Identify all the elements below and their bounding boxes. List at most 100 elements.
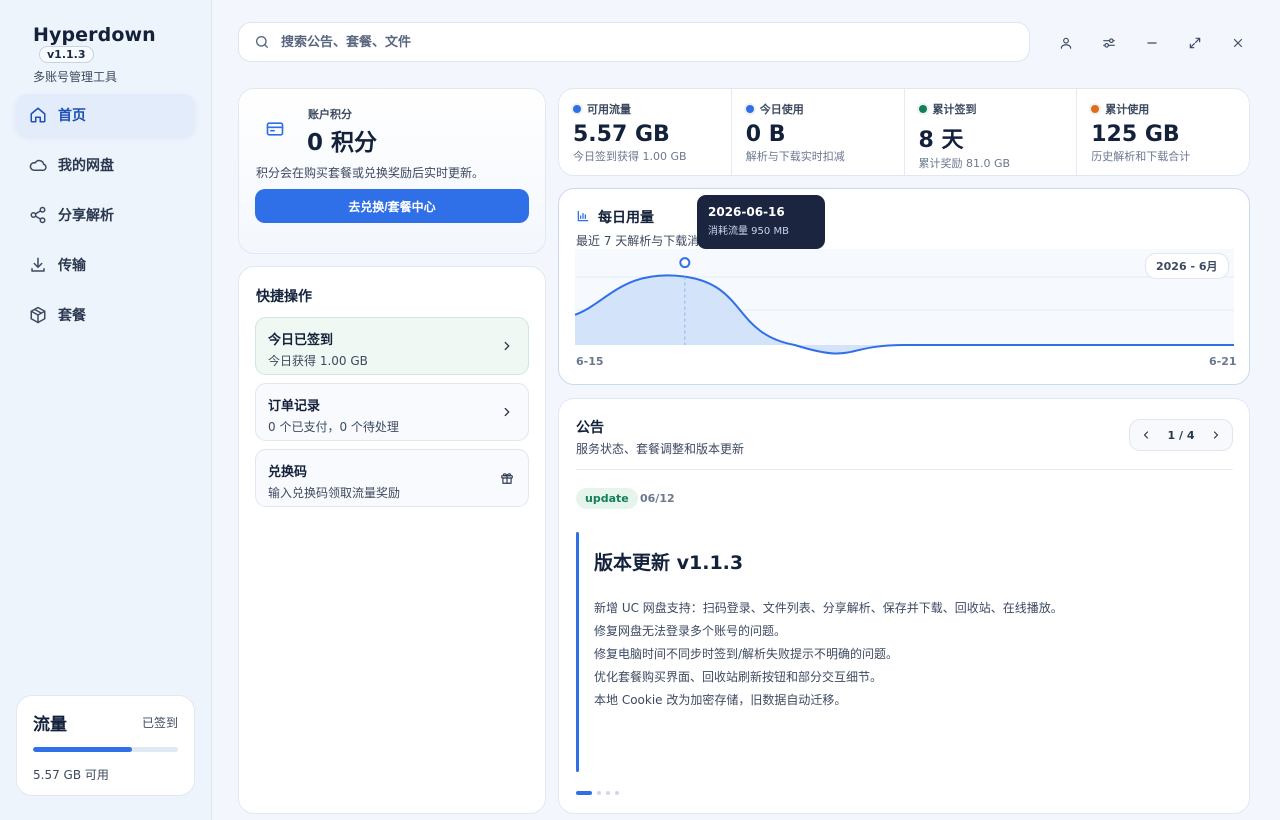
brand: Hyperdownv1.1.3 多账号管理工具 [33,24,211,85]
home-icon [30,107,46,123]
announcement-card: 公告 服务状态、套餐调整和版本更新 1 / 4 update 06/12 版本更… [558,398,1250,814]
minimize-icon [1147,42,1157,44]
chart-title: 每日用量 [598,210,654,226]
sidebar-item-share-parse[interactable]: 分享解析 [16,194,195,236]
tooltip-value: 消耗流量 950 MB [708,226,789,237]
redeem-package-button[interactable]: 去兑换/套餐中心 [255,189,529,223]
search-input[interactable] [281,34,981,50]
sidebar-item-label: 首页 [58,108,86,124]
close-button[interactable] [1224,30,1252,56]
wallet-icon [266,122,284,136]
bar-chart-icon [577,210,589,222]
sidebar-item-transfer[interactable]: 传输 [16,244,195,286]
checkin-status: 已签到 [141,716,178,730]
flow-progress-fill [33,747,132,752]
settings-sliders-icon [1103,38,1115,48]
action-sub: 0 个已支付，0 个待处理 [268,420,399,434]
usage-chart[interactable] [559,189,1249,384]
close-icon [1233,38,1243,48]
window-controls [1052,30,1267,56]
stat-available-flow: 可用流量 5.57 GB 今日签到获得 1.00 GB [559,89,732,175]
announcement-line: 本地 Cookie 改为加密存储，旧数据自动迁移。 [594,693,847,707]
stats-card: 可用流量 5.57 GB 今日签到获得 1.00 GB 今日使用 0 B 解析与… [558,88,1250,176]
version-badge: v1.1.3 [39,46,94,63]
sidebar-item-label: 传输 [58,258,86,274]
flow-available: 5.57 GB 可用 [33,768,109,782]
carousel-dots [576,791,624,795]
flow-card: 流量 已签到 5.57 GB 可用 [16,695,195,796]
minimize-button[interactable] [1138,30,1166,56]
redeem-code-action[interactable]: 兑换码 输入兑换码领取流量奖励 [255,449,529,507]
page-indicator: 1 / 4 [1167,428,1195,442]
package-icon [30,306,46,324]
cloud-icon [29,159,47,172]
points-desc: 积分会在购买套餐或兑换奖励后实时更新。 [256,166,485,180]
stat-total-usage: 累计使用 125 GB 历史解析和下载合计 [1077,89,1249,175]
stat-today-usage: 今日使用 0 B 解析与下载实时扣减 [732,89,905,175]
stat-sub: 历史解析和下载合计 [1091,150,1191,163]
points-value: 0 积分 [307,130,378,156]
sidebar-item-package[interactable]: 套餐 [16,294,195,336]
maximize-button[interactable] [1181,30,1209,56]
sidebar: Hyperdownv1.1.3 多账号管理工具 首页 我的网盘 分享解析 传输 … [0,0,212,820]
share-icon [30,206,46,224]
app-subtitle: 多账号管理工具 [33,70,118,84]
hover-point [679,257,691,269]
points-card: 账户积分 0 积分 积分会在购买套餐或兑换奖励后实时更新。 去兑换/套餐中心 [238,88,546,254]
action-sub: 今日获得 1.00 GB [268,354,368,368]
x-tick-label-start: 6-15 [576,355,604,368]
tooltip-date: 2026-06-16 [708,205,785,219]
stat-sub: 今日签到获得 1.00 GB [573,150,687,163]
search-bar [238,22,1030,62]
carousel-dot[interactable] [606,791,610,795]
chevron-right-icon [504,407,510,417]
points-label: 账户积分 [308,108,352,121]
action-title: 兑换码 [268,465,308,480]
stat-total-checkin: 累计签到 8 天 累计奖励 81.0 GB [905,89,1078,175]
search-icon [255,36,268,48]
x-tick-label-end: 6-21 [1209,355,1237,368]
sidebar-item-home[interactable]: 首页 [16,94,195,136]
sidebar-nav: 首页 我的网盘 分享解析 传输 套餐 [16,94,195,344]
quick-actions-card: 快捷操作 今日已签到 今日获得 1.00 GB 订单记录 0 个已支付，0 个待… [238,266,546,814]
stat-label: 可用流量 [587,103,631,116]
gift-icon [501,473,513,484]
quick-actions-title: 快捷操作 [256,289,312,305]
stat-value: 8 天 [918,128,964,153]
sidebar-item-label: 套餐 [58,308,86,324]
chart-tooltip: 2026-06-16 消耗流量 950 MB [697,195,825,249]
status-dot [573,105,581,113]
update-tag: update [576,488,638,509]
chevron-left-icon[interactable] [1140,429,1152,441]
flow-progress-bar [33,747,178,752]
checkin-action[interactable]: 今日已签到 今日获得 1.00 GB [255,317,529,375]
announcement-title: 公告 [576,420,604,436]
sidebar-item-label: 分享解析 [58,208,114,224]
chart-month-badge[interactable]: 2026 - 6月 [1145,253,1229,279]
carousel-dot[interactable] [597,791,601,795]
chevron-right-icon[interactable] [1210,429,1222,441]
orders-action[interactable]: 订单记录 0 个已支付，0 个待处理 [255,383,529,441]
stat-sub: 累计奖励 81.0 GB [918,157,1011,170]
announcement-date: 06/12 [640,492,675,505]
stat-sub: 解析与下载实时扣减 [745,150,845,163]
stat-label: 累计签到 [932,103,977,116]
announcement-heading: 版本更新 v1.1.3 [594,552,744,574]
stat-value: 0 B [745,122,786,147]
status-dot [1091,105,1100,113]
settings-button[interactable] [1095,30,1123,56]
carousel-dot[interactable] [615,791,619,795]
announcement-line: 优化套餐购买界面、回收站刷新按钮和部分交互细节。 [594,670,883,684]
sidebar-item-my-drive[interactable]: 我的网盘 [16,144,195,186]
announcement-body: 新增 UC 网盘支持：扫码登录、文件列表、分享解析、保存并下载、回收站、在线播放… [594,597,1063,712]
user-button[interactable] [1052,30,1080,56]
status-dot [918,105,927,113]
sidebar-item-label: 我的网盘 [58,158,114,174]
announcement-pager: 1 / 4 [1129,419,1233,451]
app-title: Hyperdown [33,24,156,46]
chevron-right-icon [504,341,510,351]
daily-usage-chart-card: 每日用量 最近 7 天解析与下载消耗 2026 - 6月 6-15 6-21 [558,188,1250,385]
carousel-dot[interactable] [576,791,592,795]
announcement-line: 新增 UC 网盘支持：扫码登录、文件列表、分享解析、保存并下载、回收站、在线播放… [594,601,1063,615]
announcement-subtitle: 服务状态、套餐调整和版本更新 [576,442,745,456]
